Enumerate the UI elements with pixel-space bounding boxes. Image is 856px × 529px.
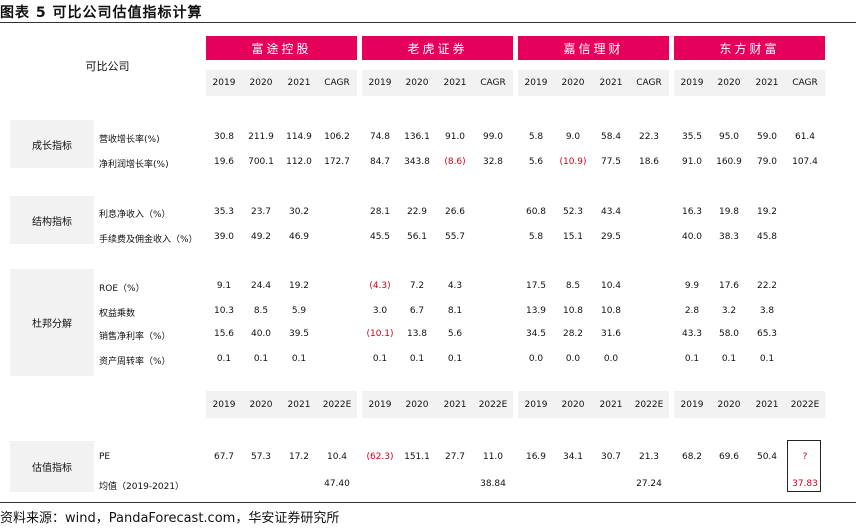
year-label-bottom: 2019: [368, 400, 392, 410]
bottom-divider: [0, 502, 856, 503]
table-cell: 10.8: [600, 306, 622, 316]
table-cell: 11.0: [482, 452, 504, 462]
table-cell: 65.3: [756, 329, 778, 339]
table-cell: 31.6: [600, 329, 622, 339]
year-label-bottom: 2022E: [634, 400, 664, 410]
table-cell: 55.7: [444, 232, 466, 242]
row-label: 手续费及佣金收入（%）: [99, 235, 198, 245]
row-label: 净利润增长率(%): [99, 160, 169, 170]
group-label: 估值指标: [10, 441, 94, 492]
table-cell: 39.5: [288, 329, 310, 339]
group-label: 杜邦分解: [10, 269, 94, 376]
table-cell: 107.4: [792, 157, 818, 167]
year-label-bottom: 2020: [561, 400, 585, 410]
table-cell: 26.6: [444, 207, 466, 217]
company-column-label: 可比公司: [85, 60, 130, 73]
year-label: 2019: [368, 78, 392, 88]
year-label: 2020: [405, 78, 429, 88]
year-label-bottom: 2021: [287, 400, 311, 410]
table-cell: 45.8: [756, 232, 778, 242]
year-label-bottom: 2019: [680, 400, 704, 410]
table-cell: 29.5: [600, 232, 622, 242]
company-header: 嘉信理财: [518, 36, 669, 60]
year-label-bottom: 2020: [717, 400, 741, 410]
year-label: 2020: [561, 78, 585, 88]
table-cell: 4.3: [447, 281, 463, 291]
year-label-bottom: 2020: [249, 400, 273, 410]
table-cell: 3.8: [759, 306, 775, 316]
table-cell: 22.2: [756, 281, 778, 291]
row-label: 利息净收入（%）: [99, 210, 171, 220]
year-label: 2020: [249, 78, 273, 88]
year-label: 2019: [680, 78, 704, 88]
year-label: 2021: [287, 78, 311, 88]
table-cell: 0.1: [447, 354, 463, 364]
table-cell: 0.0: [603, 354, 619, 364]
year-label-bottom: 2022E: [790, 400, 820, 410]
row-label: PE: [99, 452, 111, 462]
group-label: 结构指标: [10, 196, 94, 244]
year-label-bottom: 2021: [443, 400, 467, 410]
table-cell: 27.24: [636, 479, 662, 489]
year-label: 2019: [212, 78, 236, 88]
row-label: 资产周转率（%）: [99, 357, 171, 367]
table-cell: 19.2: [288, 281, 310, 291]
company-header: 富途控股: [206, 36, 357, 60]
row-label: 营收增长率(%): [99, 135, 160, 145]
title-divider: [0, 22, 856, 23]
year-label-bottom: 2022E: [478, 400, 508, 410]
table-cell: 38.84: [480, 479, 506, 489]
company-header: 东方财富: [674, 36, 825, 60]
table-cell: 22.3: [638, 132, 660, 142]
year-label: CAGR: [636, 78, 662, 88]
table-cell: 47.40: [324, 479, 350, 489]
table-cell: 172.7: [324, 157, 350, 167]
year-label: CAGR: [324, 78, 350, 88]
table-cell: 46.9: [288, 232, 310, 242]
table-cell: 106.2: [324, 132, 350, 142]
source-note: 资料来源：wind，PandaForecast.com，华安证券研究所: [0, 511, 340, 526]
table-cell: 5.9: [291, 306, 307, 316]
year-label: CAGR: [792, 78, 818, 88]
table-cell: 8.1: [447, 306, 463, 316]
table-cell: 10.4: [600, 281, 622, 291]
year-label: 2020: [717, 78, 741, 88]
year-label: 2019: [524, 78, 548, 88]
table-cell: 10.4: [326, 452, 348, 462]
row-label: 销售净利率（%）: [99, 332, 171, 342]
table-cell: 18.6: [638, 157, 660, 167]
page-title: 图表 5 可比公司估值指标计算: [0, 5, 203, 21]
year-label: CAGR: [480, 78, 506, 88]
year-label: 2021: [755, 78, 779, 88]
year-label-bottom: 2021: [599, 400, 623, 410]
table-cell: 43.4: [600, 207, 622, 217]
table-cell: 99.0: [482, 132, 504, 142]
year-label-bottom: 2020: [405, 400, 429, 410]
table-cell: 61.4: [794, 132, 816, 142]
table-cell: 0.1: [759, 354, 775, 364]
table-cell: 21.3: [638, 452, 660, 462]
year-label-bottom: 2019: [212, 400, 236, 410]
group-label: 成长指标: [10, 120, 94, 168]
row-label: 权益乘数: [99, 309, 136, 319]
year-label-bottom: 2019: [524, 400, 548, 410]
year-label-bottom: 2021: [755, 400, 779, 410]
year-label: 2021: [599, 78, 623, 88]
table-cell: 5.6: [447, 329, 463, 339]
year-label: 2021: [443, 78, 467, 88]
row-label: 均值（2019-2021）: [99, 482, 185, 492]
highlight-box: [787, 440, 821, 492]
year-label-bottom: 2022E: [322, 400, 352, 410]
company-header: 老虎证券: [362, 36, 513, 60]
table-cell: 30.2: [288, 207, 310, 217]
table-cell: 32.8: [482, 157, 504, 167]
table-cell: 0.1: [291, 354, 307, 364]
table-cell: 19.2: [756, 207, 778, 217]
row-label: ROE（%）: [99, 284, 145, 294]
